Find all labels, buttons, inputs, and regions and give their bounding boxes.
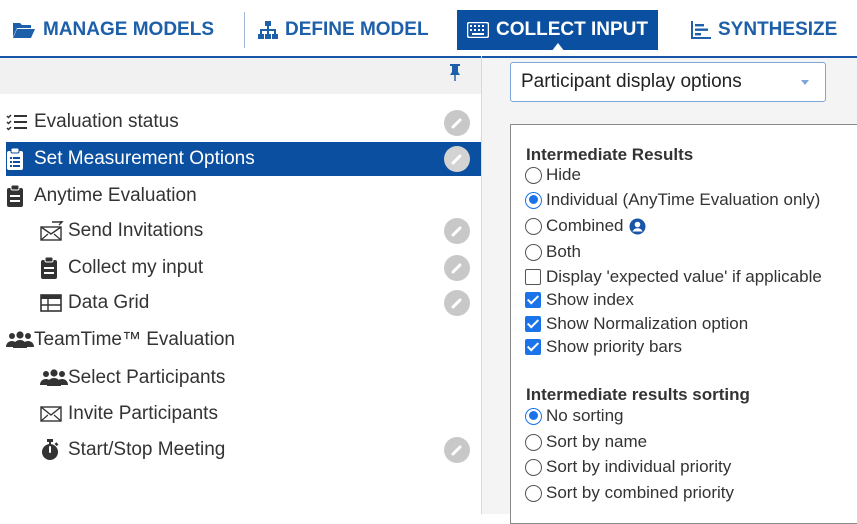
- options-panel: Participant display options Intermediate…: [482, 58, 857, 524]
- status-indicator: [444, 290, 470, 316]
- checkbox[interactable]: [525, 269, 541, 285]
- tab-label: MANAGE MODELS: [43, 19, 214, 40]
- radio-option-individual[interactable]: Individual (AnyTime Evaluation only): [525, 188, 820, 212]
- tab-synthesize[interactable]: SYNTHESIZE: [691, 10, 837, 50]
- checklist-icon: [6, 113, 34, 131]
- radio-option-sort-by-name[interactable]: Sort by name: [525, 430, 647, 454]
- main-nav-tabs: MANAGE MODELS DEFINE MODEL COLLECT INPUT…: [0, 0, 857, 58]
- radio-option-both[interactable]: Both: [525, 240, 581, 264]
- radio-button[interactable]: [525, 458, 542, 476]
- stopwatch-icon: [40, 439, 68, 461]
- option-label: Individual (AnyTime Evaluation only): [546, 190, 821, 209]
- radio-button[interactable]: [525, 433, 542, 451]
- sidebar-item-label: Start/Stop Meeting: [68, 439, 226, 460]
- sidebar-item-collect-my-input[interactable]: Collect my input: [40, 251, 481, 285]
- radio-button[interactable]: [525, 166, 542, 184]
- user-circle-icon[interactable]: [629, 218, 646, 235]
- display-options-dropdown[interactable]: Participant display options: [510, 62, 826, 102]
- envelope-send-icon: [40, 221, 68, 241]
- envelope-icon: [40, 406, 68, 422]
- status-indicator: [444, 110, 470, 136]
- option-label: Display 'expected value' if applicable: [546, 267, 822, 286]
- radio-option-combined[interactable]: Combined: [525, 214, 646, 238]
- radio-option-sort-by-individual-priority[interactable]: Sort by individual priority: [525, 455, 731, 479]
- users-icon: [6, 331, 34, 349]
- options-box: Intermediate Results Hide Individual (An…: [510, 124, 857, 524]
- folder-open-icon: [12, 21, 36, 39]
- clipboard-icon: [6, 185, 34, 207]
- sidebar-item-anytime-evaluation[interactable]: Anytime Evaluation: [6, 179, 481, 213]
- checkbox[interactable]: [525, 316, 541, 332]
- sidebar-item-label: TeamTime™ Evaluation: [34, 329, 235, 350]
- option-label: Show priority bars: [546, 337, 683, 356]
- checkbox[interactable]: [525, 339, 541, 355]
- sidebar-item-data-grid[interactable]: Data Grid: [40, 286, 481, 320]
- sidebar-item-teamtime-evaluation[interactable]: TeamTime™ Evaluation: [6, 323, 481, 357]
- radio-option-sort-by-combined-priority[interactable]: Sort by combined priority: [525, 481, 734, 505]
- sidebar-header: [0, 58, 481, 94]
- option-label: Sort by name: [546, 432, 648, 451]
- option-label: Sort by individual priority: [546, 457, 732, 476]
- sidebar: Evaluation status Set Measurement Option…: [0, 58, 481, 514]
- sidebar-item-label: Set Measurement Options: [34, 148, 255, 169]
- bar-list-icon: [691, 21, 711, 39]
- sidebar-item-set-measurement-options[interactable]: Set Measurement Options: [6, 142, 481, 176]
- radio-option-hide[interactable]: Hide: [525, 163, 581, 187]
- sidebar-item-label: Send Invitations: [68, 220, 204, 241]
- option-label: Hide: [546, 165, 581, 184]
- radio-button[interactable]: [525, 243, 542, 261]
- checkbox-show-index[interactable]: Show index: [525, 288, 634, 312]
- radio-button[interactable]: [525, 407, 542, 425]
- sidebar-item-label: Data Grid: [68, 292, 150, 313]
- radio-option-no-sorting[interactable]: No sorting: [525, 404, 623, 428]
- clipboard-list-icon: [6, 148, 34, 170]
- status-indicator: [444, 218, 470, 244]
- sidebar-item-label: Evaluation status: [34, 111, 179, 132]
- option-label: Combined: [546, 216, 624, 235]
- tab-label: SYNTHESIZE: [718, 19, 838, 40]
- checkbox-show-normalization-option[interactable]: Show Normalization option: [525, 312, 748, 336]
- checkbox-display-expected-value[interactable]: Display 'expected value' if applicable: [525, 265, 822, 289]
- sidebar-item-start-stop-meeting[interactable]: Start/Stop Meeting: [40, 433, 481, 467]
- sidebar-item-invite-participants[interactable]: Invite Participants: [40, 397, 481, 431]
- option-label: Show index: [546, 290, 634, 309]
- sidebar-item-send-invitations[interactable]: Send Invitations: [40, 214, 481, 248]
- dropdown-value: Participant display options: [521, 71, 742, 92]
- status-indicator: [444, 255, 470, 281]
- option-label: No sorting: [546, 406, 624, 425]
- hierarchy-icon: [258, 21, 278, 39]
- status-indicator: [444, 437, 470, 463]
- chevron-down-icon: [801, 80, 809, 85]
- table-icon: [40, 294, 68, 312]
- radio-button[interactable]: [525, 484, 542, 502]
- option-label: Sort by combined priority: [546, 483, 735, 502]
- option-label: Show Normalization option: [546, 314, 749, 333]
- checkbox[interactable]: [525, 292, 541, 308]
- keyboard-icon: [467, 22, 489, 38]
- clipboard-icon: [40, 257, 68, 279]
- tab-collect-input[interactable]: COLLECT INPUT: [457, 10, 658, 52]
- sidebar-item-evaluation-status[interactable]: Evaluation status: [6, 105, 481, 139]
- section-title-sorting: Intermediate results sorting: [526, 385, 750, 404]
- section-title-intermediate-results: Intermediate Results: [526, 145, 694, 164]
- tab-label: COLLECT INPUT: [496, 19, 648, 40]
- radio-button[interactable]: [525, 217, 542, 235]
- option-label: Both: [546, 242, 581, 261]
- pin-icon[interactable]: [449, 64, 461, 87]
- sidebar-item-label: Anytime Evaluation: [34, 185, 197, 206]
- tab-label: DEFINE MODEL: [285, 19, 429, 40]
- tab-define-model[interactable]: DEFINE MODEL: [258, 10, 429, 50]
- sidebar-item-label: Collect my input: [68, 257, 204, 278]
- users-icon: [40, 369, 68, 387]
- checkbox-show-priority-bars[interactable]: Show priority bars: [525, 335, 682, 359]
- status-indicator: [444, 146, 470, 172]
- active-tab-indicator: [550, 43, 565, 52]
- tab-manage-models[interactable]: MANAGE MODELS: [12, 10, 214, 50]
- sidebar-item-label: Invite Participants: [68, 403, 218, 424]
- radio-button[interactable]: [525, 191, 542, 209]
- sidebar-item-select-participants[interactable]: Select Participants: [40, 361, 481, 395]
- tab-divider: [244, 12, 245, 48]
- sidebar-item-label: Select Participants: [68, 367, 226, 388]
